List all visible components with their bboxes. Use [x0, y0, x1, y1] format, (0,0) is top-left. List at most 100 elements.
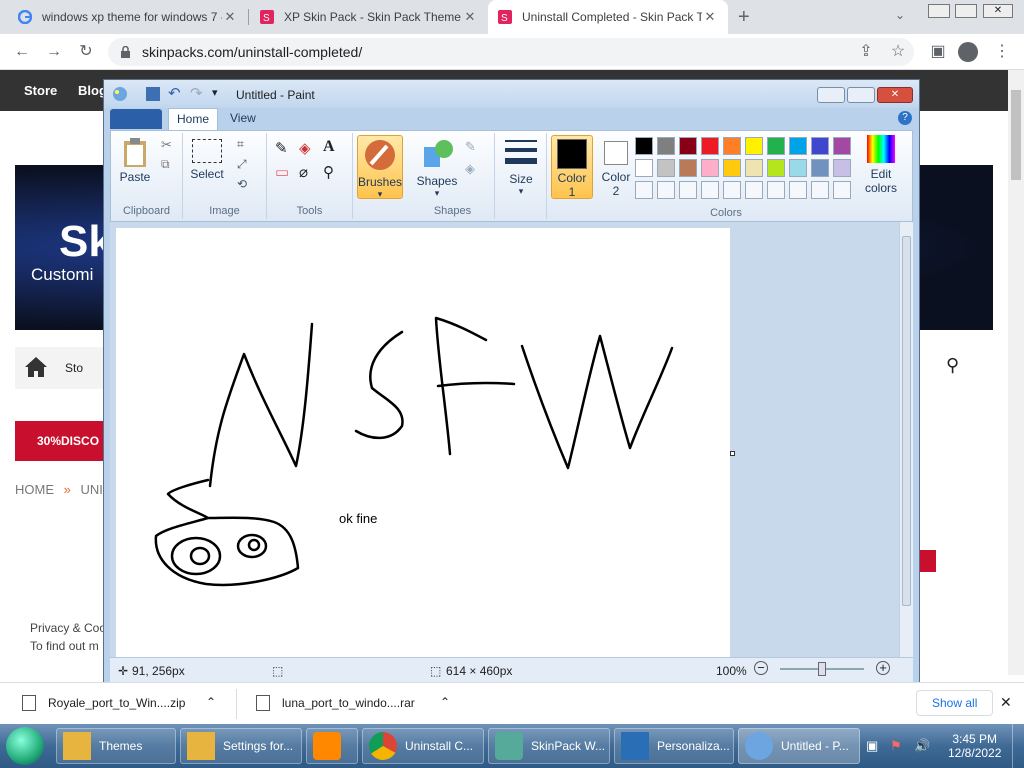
- fill-icon[interactable]: ◈: [299, 139, 311, 157]
- accept-button[interactable]: [920, 550, 936, 572]
- tab-2[interactable]: S XP Skin Pack - Skin Pack Theme for ✕: [250, 0, 488, 34]
- resize-icon[interactable]: ⤢: [237, 157, 247, 172]
- paint-menu-button[interactable]: [110, 109, 162, 129]
- eraser-icon[interactable]: ▭: [275, 163, 289, 181]
- redo-icon[interactable]: ↷: [190, 84, 203, 102]
- taskbar-item-media[interactable]: [306, 728, 358, 764]
- paint-close-button[interactable]: ✕: [877, 87, 913, 103]
- palette-swatch[interactable]: [789, 137, 807, 155]
- palette-swatch[interactable]: [767, 159, 785, 177]
- palette-swatch[interactable]: [635, 181, 653, 199]
- fill-shape-icon[interactable]: ◈: [465, 161, 475, 177]
- palette-swatch[interactable]: [701, 181, 719, 199]
- palette-swatch[interactable]: [833, 181, 851, 199]
- paint-minimize-button[interactable]: [817, 87, 845, 103]
- palette-swatch[interactable]: [811, 181, 829, 199]
- palette-swatch[interactable]: [833, 137, 851, 155]
- clock[interactable]: 3:45 PM 12/8/2022: [948, 732, 1001, 760]
- palette-swatch[interactable]: [745, 137, 763, 155]
- profile-avatar[interactable]: [958, 42, 978, 62]
- quick-access-dropdown-icon[interactable]: ▾: [212, 86, 218, 99]
- tab-search-icon[interactable]: ⌄: [895, 8, 905, 22]
- palette-swatch[interactable]: [701, 159, 719, 177]
- palette-swatch[interactable]: [745, 159, 763, 177]
- chevron-up-icon[interactable]: ⌃: [206, 695, 216, 709]
- resize-handle[interactable]: [730, 451, 735, 456]
- palette-swatch[interactable]: [723, 181, 741, 199]
- tab-1[interactable]: windows xp theme for windows 7 - ✕: [8, 0, 248, 34]
- close-window-button[interactable]: ✕: [983, 4, 1013, 18]
- taskbar-item-themes[interactable]: Themes: [56, 728, 176, 764]
- close-icon[interactable]: ✕: [222, 9, 238, 25]
- zoom-out-button[interactable]: −: [754, 661, 768, 675]
- palette-swatch[interactable]: [679, 159, 697, 177]
- show-desktop-button[interactable]: [1012, 724, 1024, 768]
- rotate-icon[interactable]: ⟲: [237, 177, 247, 191]
- help-icon[interactable]: ?: [898, 111, 912, 125]
- undo-icon[interactable]: ↶: [168, 84, 181, 102]
- zoom-slider-thumb[interactable]: [818, 662, 826, 676]
- forward-icon[interactable]: →: [42, 40, 66, 64]
- canvas-scrollbar[interactable]: [899, 222, 913, 657]
- download-item-1[interactable]: Royale_port_to_Win....zip: [48, 696, 185, 710]
- taskbar-item-personalization[interactable]: Personaliza...: [614, 728, 734, 764]
- home-button[interactable]: Sto: [15, 347, 107, 389]
- start-button[interactable]: [6, 727, 44, 765]
- outline-icon[interactable]: ✎: [465, 139, 476, 155]
- side-panel-icon[interactable]: ▣: [926, 40, 950, 64]
- download-item-2[interactable]: luna_port_to_windo....rar: [282, 696, 415, 710]
- palette-swatch[interactable]: [767, 137, 785, 155]
- save-icon[interactable]: [146, 87, 160, 101]
- breadcrumb-home[interactable]: HOME: [15, 482, 54, 497]
- palette-swatch[interactable]: [811, 159, 829, 177]
- size-button[interactable]: Size ▾: [501, 137, 541, 197]
- palette-swatch[interactable]: [789, 159, 807, 177]
- color-picker-icon[interactable]: ⌀: [299, 163, 308, 181]
- menu-icon[interactable]: ⋮: [990, 40, 1014, 64]
- close-icon[interactable]: ✕: [462, 9, 478, 25]
- cut-icon[interactable]: ✂: [161, 137, 172, 153]
- scrollbar-thumb[interactable]: [1011, 90, 1021, 180]
- canvas-text[interactable]: ok fine: [339, 511, 377, 526]
- page-scrollbar[interactable]: [1008, 70, 1024, 675]
- zoom-in-button[interactable]: +: [876, 661, 890, 675]
- copy-icon[interactable]: ⧉: [161, 157, 170, 172]
- action-center-icon[interactable]: ⚑: [890, 738, 902, 754]
- palette-swatch[interactable]: [811, 137, 829, 155]
- palette-swatch[interactable]: [833, 159, 851, 177]
- shapes-button[interactable]: Shapes ▾: [415, 137, 459, 199]
- select-button[interactable]: Select: [189, 139, 225, 181]
- canvas-scrollbar-thumb[interactable]: [902, 236, 911, 606]
- palette-swatch[interactable]: [657, 137, 675, 155]
- palette-swatch[interactable]: [723, 137, 741, 155]
- text-tool-icon[interactable]: A: [323, 138, 335, 156]
- bookmark-star-icon[interactable]: ☆: [886, 40, 910, 64]
- palette-swatch[interactable]: [679, 181, 697, 199]
- address-bar[interactable]: skinpacks.com/uninstall-completed/: [108, 38, 914, 66]
- palette-swatch[interactable]: [657, 159, 675, 177]
- paste-button[interactable]: Paste: [117, 137, 153, 187]
- magnifier-icon[interactable]: ⚲: [323, 163, 334, 181]
- show-all-button[interactable]: Show all: [916, 690, 994, 716]
- volume-icon[interactable]: 🔊: [914, 738, 930, 754]
- palette-swatch[interactable]: [635, 159, 653, 177]
- tab-home[interactable]: Home: [168, 108, 218, 130]
- network-icon[interactable]: ▣: [866, 738, 878, 754]
- palette-swatch[interactable]: [635, 137, 653, 155]
- close-icon[interactable]: ✕: [1000, 694, 1012, 711]
- palette-swatch[interactable]: [723, 159, 741, 177]
- chevron-up-icon[interactable]: ⌃: [440, 695, 450, 709]
- taskbar-item-chrome[interactable]: Uninstall C...: [362, 728, 484, 764]
- taskbar-item-skinpack[interactable]: SkinPack W...: [488, 728, 610, 764]
- minimize-button[interactable]: [928, 4, 950, 18]
- palette-swatch[interactable]: [789, 181, 807, 199]
- reload-icon[interactable]: ↻: [74, 40, 98, 64]
- palette-swatch[interactable]: [657, 181, 675, 199]
- taskbar-item-paint[interactable]: Untitled - P...: [738, 728, 860, 764]
- promo-banner[interactable]: 30%DISCO: [15, 421, 107, 461]
- palette-swatch[interactable]: [701, 137, 719, 155]
- tab-view[interactable]: View: [230, 111, 256, 125]
- nav-store[interactable]: Store: [24, 83, 57, 98]
- palette-swatch[interactable]: [679, 137, 697, 155]
- palette-swatch[interactable]: [745, 181, 763, 199]
